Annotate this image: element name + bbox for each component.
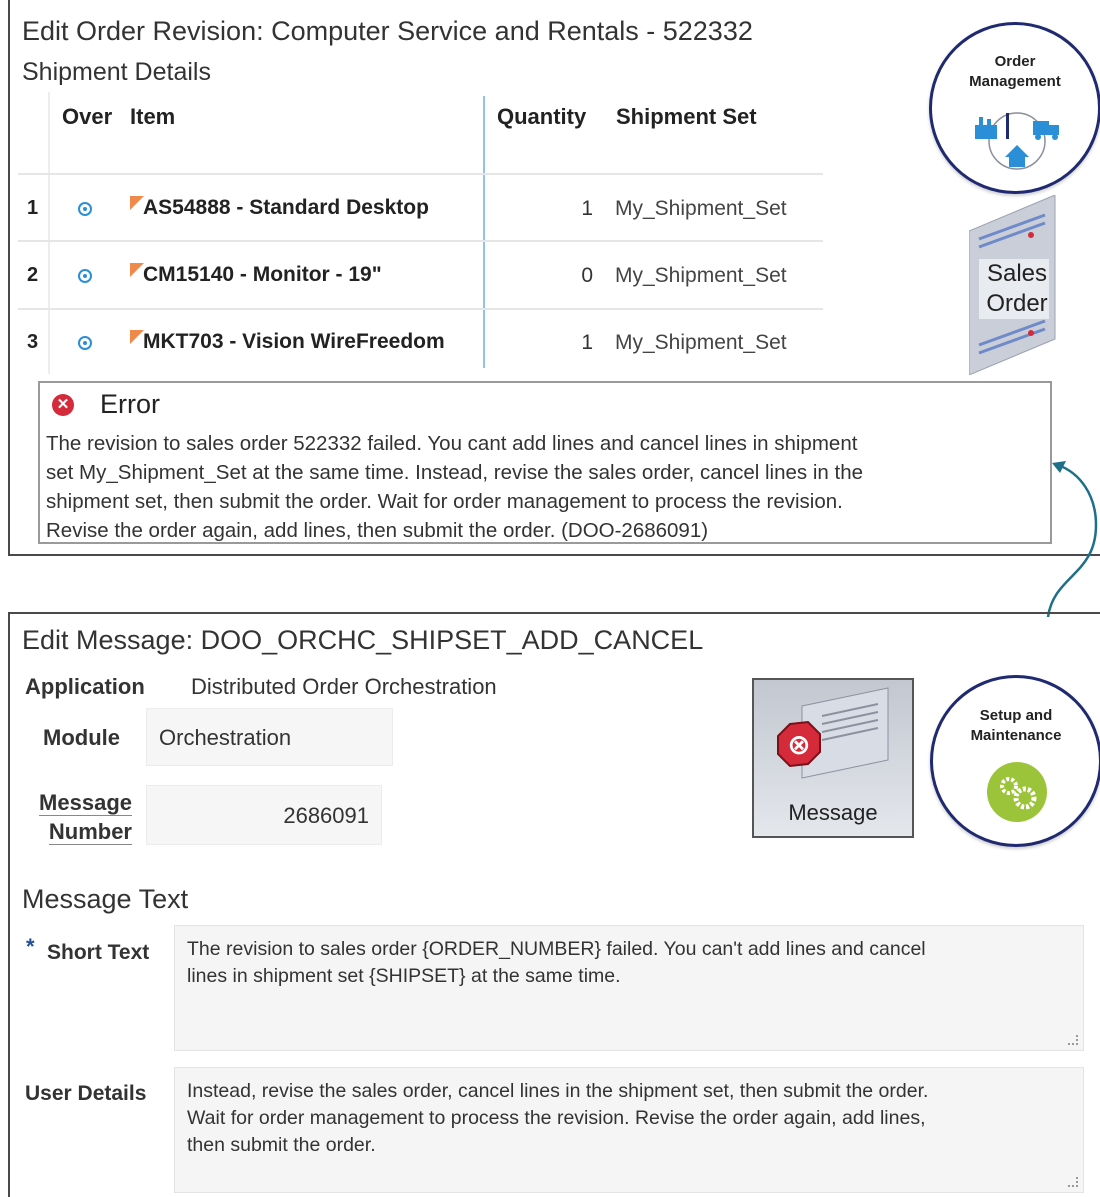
icon-label-line: Order: [986, 290, 1048, 317]
column-header-shipment-set[interactable]: Shipment Set: [616, 104, 757, 130]
application-label: Application: [25, 674, 145, 699]
shipment-set-value: My_Shipment_Set: [615, 197, 787, 220]
message-text-section-title: Message Text: [22, 884, 189, 914]
user-details-textarea[interactable]: Instead, revise the sales order, cancel …: [174, 1067, 1084, 1193]
changed-flag-icon: [130, 263, 144, 277]
sales-order-icon-label: Sales Order: [977, 259, 1057, 319]
badge-label-line: Maintenance: [970, 727, 1062, 744]
item-name[interactable]: MKT703 - Vision WireFreedom: [143, 330, 445, 354]
column-header-item[interactable]: Item: [130, 104, 175, 130]
resize-handle-icon[interactable]: [1068, 1035, 1078, 1045]
order-management-badge: Order Management: [929, 22, 1100, 194]
message-icon-label: Message: [788, 800, 878, 825]
error-text-line: set My_Shipment_Set at the same time. In…: [46, 461, 864, 484]
user-details-line: then submit the order.: [187, 1134, 376, 1156]
connector-arrow-icon: [1046, 461, 1098, 618]
row-selector-radio[interactable]: [78, 269, 92, 283]
error-text-line: The revision to sales order 522332 faile…: [46, 432, 858, 455]
changed-flag-icon: [130, 196, 144, 210]
column-header-quantity[interactable]: Quantity: [497, 104, 586, 130]
table-left-gutter: [48, 92, 50, 374]
required-indicator: *: [26, 934, 35, 959]
quantity-value: 1: [581, 331, 593, 354]
row-number: 3: [27, 331, 39, 353]
badge-label-line: Setup and: [979, 707, 1053, 724]
module-field[interactable]: Orchestration: [146, 708, 393, 766]
error-text: The revision to sales order 522332 faile…: [46, 429, 1046, 545]
row-number: 1: [27, 197, 39, 219]
user-details-label: User Details: [25, 1082, 147, 1105]
error-text-line: Revise the order again, add lines, then …: [46, 519, 709, 542]
error-title: Error: [100, 389, 160, 419]
table-divider: [18, 240, 823, 242]
user-details-line: Wait for order management to process the…: [187, 1107, 926, 1129]
short-text-line: lines in shipment set {SHIPSET} at the s…: [187, 965, 621, 987]
short-text-line: The revision to sales order {ORDER_NUMBE…: [187, 938, 926, 960]
quantity-value: 1: [581, 197, 593, 220]
module-value: Orchestration: [159, 725, 292, 750]
sales-order-document-icon: Sales Order: [969, 195, 1057, 375]
row-selector-radio[interactable]: [78, 336, 92, 350]
row-number: 2: [27, 264, 39, 286]
user-details-line: Instead, revise the sales order, cancel …: [187, 1080, 929, 1102]
shipment-set-value: My_Shipment_Set: [615, 331, 787, 354]
badge-label-line: Management: [969, 73, 1061, 90]
badge-label-line: Order: [994, 53, 1036, 70]
message-page-title: Edit Message: DOO_ORCHC_SHIPSET_ADD_CANC…: [22, 625, 704, 655]
error-message-box: ✕ Error The revision to sales order 5223…: [38, 381, 1052, 544]
changed-flag-icon: [130, 330, 144, 344]
table-divider: [18, 173, 823, 175]
message-icon-tile: ⊗ Message: [752, 678, 914, 838]
message-number-value: 2686091: [283, 803, 369, 828]
item-name[interactable]: CM15140 - Monitor - 19": [143, 263, 382, 287]
message-number-label: Message Number: [24, 788, 132, 846]
icon-label-line: Sales: [986, 260, 1048, 287]
table-divider: [18, 308, 823, 310]
resize-handle-icon[interactable]: [1068, 1177, 1078, 1187]
error-text-line: shipment set, then submit the order. Wai…: [46, 490, 843, 513]
application-value: Distributed Order Orchestration: [191, 674, 497, 699]
supply-chain-icon: [975, 112, 1059, 170]
gears-icon: [987, 762, 1047, 822]
error-icon: ✕: [52, 394, 74, 416]
item-name[interactable]: AS54888 - Standard Desktop: [143, 196, 429, 220]
short-text-textarea[interactable]: The revision to sales order {ORDER_NUMBE…: [174, 925, 1084, 1051]
column-header-over[interactable]: Over: [62, 104, 112, 130]
page-title: Edit Order Revision: Computer Service an…: [22, 16, 753, 46]
short-text-label: Short Text: [47, 941, 150, 964]
module-label: Module: [43, 725, 120, 750]
label-line: Message: [39, 790, 132, 816]
message-error-icon: ⊗: [777, 687, 889, 779]
message-number-field[interactable]: 2686091: [146, 785, 382, 845]
svg-text:⊗: ⊗: [787, 728, 810, 761]
section-title-shipment-details: Shipment Details: [22, 58, 211, 86]
label-line: Number: [48, 819, 132, 845]
shipment-set-value: My_Shipment_Set: [615, 264, 787, 287]
quantity-value: 0: [581, 264, 593, 287]
row-selector-radio[interactable]: [78, 202, 92, 216]
frozen-column-divider: [483, 96, 485, 368]
setup-maintenance-badge: Setup and Maintenance: [930, 675, 1100, 847]
